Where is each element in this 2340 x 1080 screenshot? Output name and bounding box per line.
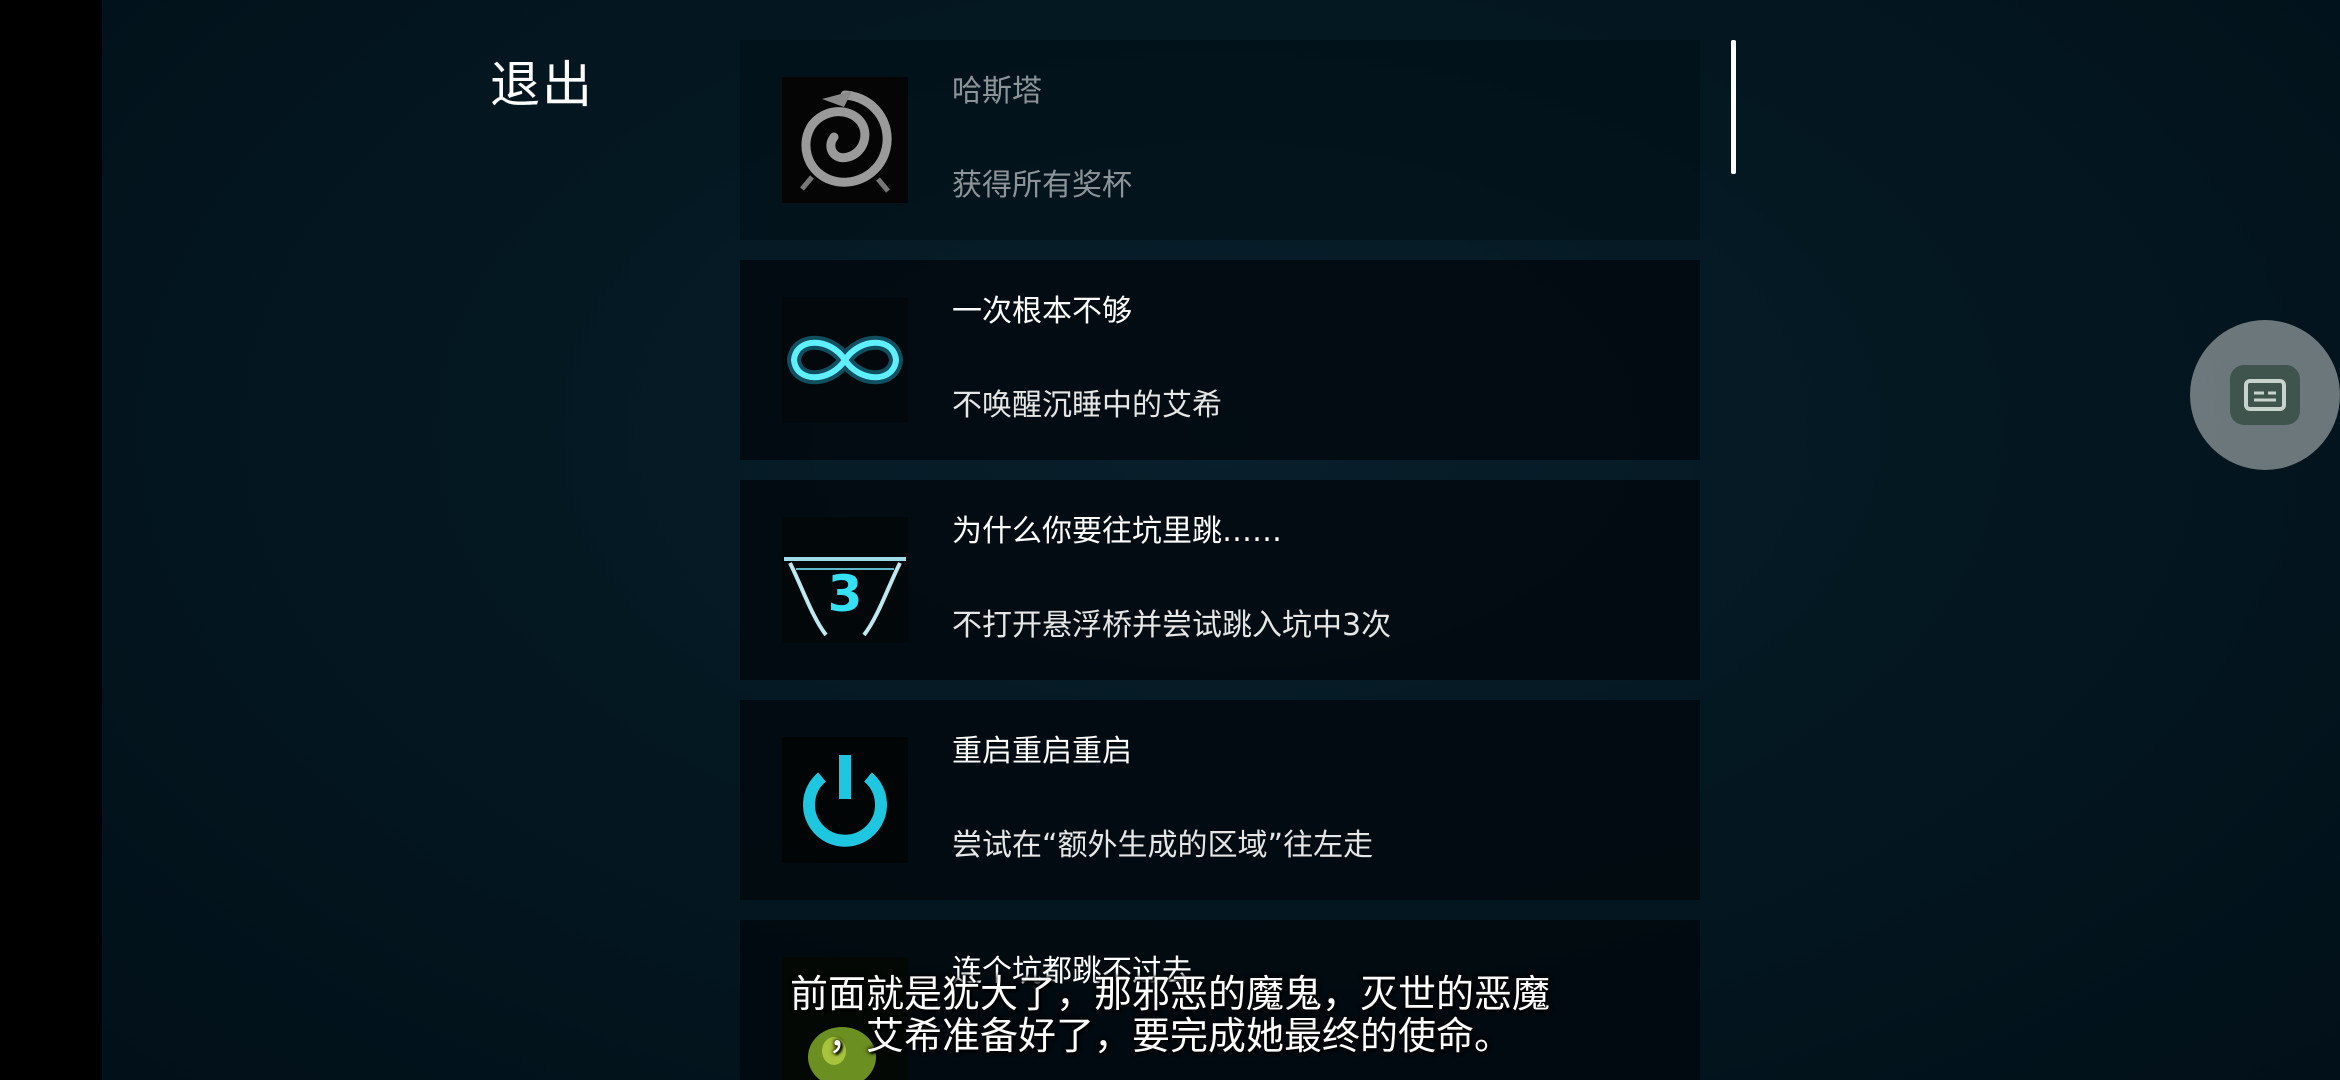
exit-button[interactable]: 退出 <box>490 52 594 118</box>
scrollbar[interactable] <box>1731 40 1736 174</box>
power-icon <box>782 737 908 863</box>
achievement-list[interactable]: 哈斯塔 获得所有奖杯 一次根本不够 不唤醒沉睡中的艾希 3 为什么你要往坑里跳…… <box>740 40 1700 1080</box>
achievement-title: 一次根本不够 <box>952 294 1132 329</box>
achievement-description: 尝试在“额外生成的区域”往左走 <box>952 828 1374 863</box>
achievement-title: 为什么你要往坑里跳…… <box>952 514 1282 549</box>
note-icon <box>2230 365 2300 425</box>
achievement-title: 重启重启重启 <box>952 734 1132 769</box>
achievement-description: 获得所有奖杯 <box>952 168 1132 203</box>
infinity-icon <box>782 297 908 423</box>
achievement-title: 哈斯塔 <box>952 74 1042 109</box>
subtitle-line-1: 前面就是犹大了，那邪恶的魔鬼，灭世的恶魔 <box>789 972 1550 1016</box>
achievement-card-once-not-enough[interactable]: 一次根本不够 不唤醒沉睡中的艾希 <box>740 260 1700 460</box>
achievement-card-reboot[interactable]: 重启重启重启 尝试在“额外生成的区域”往左走 <box>740 700 1700 900</box>
floating-assistant-button[interactable] <box>2190 320 2340 470</box>
pit-jump-3-icon: 3 <box>782 517 908 643</box>
subtitle-line-2: ，艾希准备好了，要完成她最终的使命。 <box>827 1014 1512 1058</box>
left-edge-bar <box>0 0 102 1080</box>
swirl-emblem-icon <box>782 77 908 203</box>
achievement-card-hastur[interactable]: 哈斯塔 获得所有奖杯 <box>740 40 1700 240</box>
achievement-card-jump-into-pit[interactable]: 3 为什么你要往坑里跳…… 不打开悬浮桥并尝试跳入坑中3次 <box>740 480 1700 680</box>
achievement-description: 不唤醒沉睡中的艾希 <box>952 388 1222 423</box>
pit-jump-count: 3 <box>828 565 863 623</box>
achievement-description: 不打开悬浮桥并尝试跳入坑中3次 <box>952 608 1392 643</box>
